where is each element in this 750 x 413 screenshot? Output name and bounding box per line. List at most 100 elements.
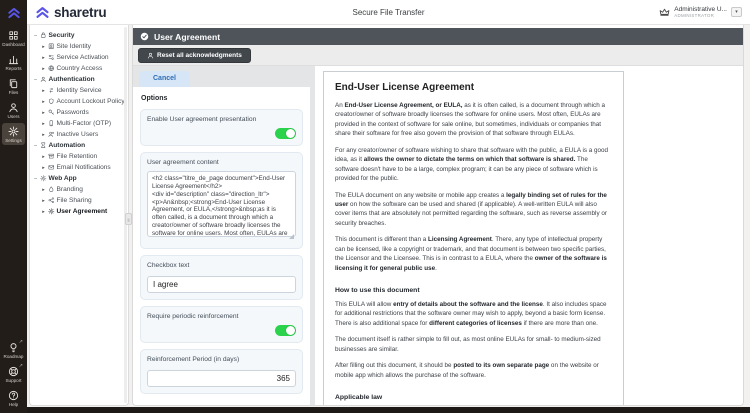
toggle-knob	[286, 129, 295, 138]
textarea-resize-handle[interactable]	[289, 234, 294, 239]
rail-item-label: Reports	[5, 66, 21, 71]
sharetru-logo-mark[interactable]	[0, 0, 27, 25]
reset-acknowledgments-button[interactable]: Reset all acknowledgments	[138, 48, 251, 63]
page-title-bar: User Agreement	[133, 28, 743, 45]
rail-item-help[interactable]: Help	[2, 387, 25, 409]
rail-spacer	[0, 147, 27, 337]
rail-item-files[interactable]: Files	[2, 75, 25, 97]
check-circle-icon	[140, 32, 149, 41]
bulb-icon	[8, 342, 19, 353]
toggles-icon	[48, 54, 55, 61]
tree-item-multi-factor-otp[interactable]: ▸ Multi-Factor (OTP)	[33, 118, 126, 129]
options-form: Options Enable User agreement presentati…	[133, 87, 310, 405]
tree-section-web-app[interactable]: –Web App	[33, 173, 126, 184]
document-paragraph: This EULA will allow entry of details ab…	[335, 300, 612, 328]
tree-item-file-retention[interactable]: ▸File Retention	[33, 151, 126, 162]
document-heading: How to use this document	[335, 287, 612, 294]
expand-caret-icon: ▸	[41, 121, 46, 127]
periodic-reinforcement-label: Require periodic reinforcement	[147, 313, 296, 320]
checkbox-text-input[interactable]	[147, 276, 296, 293]
tree-item-label: Identity Service	[57, 87, 102, 94]
tree-item-user-agreement[interactable]: ▸User Agreement	[33, 206, 126, 217]
collapse-caret-icon: –	[33, 143, 38, 149]
tree-item-label: Account Lockout Policy	[57, 98, 125, 105]
tree-section-automation[interactable]: –Automation	[33, 140, 126, 151]
rail-item-label: Dashboard	[2, 42, 24, 47]
user-menu[interactable]: Administrative U... ADMINISTRATOR ▾	[570, 6, 750, 19]
document-heading: End-User License Agreement	[335, 82, 612, 93]
tree-item-label: Passwords	[57, 109, 89, 116]
expand-caret-icon: ▸	[41, 88, 46, 94]
droplet-icon	[48, 186, 55, 193]
user-menu-caret[interactable]: ▾	[731, 7, 742, 17]
tree-item-label: Country Access	[57, 65, 103, 72]
lifebuoy-icon	[8, 366, 19, 377]
collapse-caret-icon: –	[33, 77, 38, 83]
rail-item-roadmap[interactable]: ↗Roadmap	[2, 339, 25, 361]
hourglass-icon	[40, 142, 47, 149]
lock-icon	[40, 32, 47, 39]
content-area: –Security▸Site Identity▸Service Activati…	[27, 25, 750, 407]
brand[interactable]: sharetru	[27, 5, 207, 20]
cancel-button[interactable]: Cancel	[139, 71, 190, 87]
brand-wordmark: sharetru	[54, 5, 106, 20]
rail-item-support[interactable]: ↗ Support	[2, 363, 25, 385]
expand-caret-icon: ▸	[41, 55, 46, 61]
expand-caret-icon: ▸	[41, 187, 46, 193]
userx-icon	[48, 131, 55, 138]
document-paragraph: An End-User License Agreement, or EULA, …	[335, 101, 612, 139]
document-paragraph: After filling out this document, it shou…	[335, 361, 612, 380]
tree-item-file-sharing[interactable]: ▸File Sharing	[33, 195, 126, 206]
tree-item-label: Branding	[57, 186, 83, 193]
tree-section-label: Security	[49, 32, 75, 39]
tree-item-inactive-users[interactable]: ▸Inactive Users	[33, 129, 126, 140]
tree-section-authentication[interactable]: –Authentication	[33, 74, 126, 85]
main-panel: User Agreement Reset all acknowledgments…	[132, 25, 744, 406]
tree-item-country-access[interactable]: ▸ Country Access	[33, 63, 126, 74]
expand-caret-icon: ▸	[41, 110, 46, 116]
sharetru-chevrons-icon	[7, 6, 21, 20]
options-heading: Options	[141, 95, 303, 102]
tree-item-identity-service[interactable]: ▸ Identity Service	[33, 85, 126, 96]
enable-agreement-card: Enable User agreement presentation	[140, 109, 303, 146]
expand-caret-icon: ▸	[41, 209, 46, 215]
panel-resize-handle[interactable]: ||	[125, 213, 132, 225]
rail-item-reports[interactable]: Reports	[2, 51, 25, 73]
cancel-tab-row: Cancel	[133, 66, 310, 87]
checkbox-text-card: Checkbox text	[140, 255, 303, 300]
agreement-content-textarea[interactable]: <h2 class="titre_de_page document">End-U…	[147, 171, 296, 237]
reinforcement-period-input[interactable]	[147, 370, 296, 387]
shield-icon	[48, 98, 55, 105]
rail-item-settings[interactable]: Settings	[2, 123, 25, 145]
tree-item-label: Multi-Factor (OTP)	[57, 120, 112, 127]
top-header: sharetru Secure File Transfer Administra…	[27, 0, 750, 25]
periodic-reinforcement-card: Require periodic reinforcement	[140, 306, 303, 343]
toggle-knob	[286, 326, 295, 335]
rail-item-label: Support	[5, 378, 21, 383]
tree-item-passwords[interactable]: ▸ Passwords	[33, 107, 126, 118]
rail-item-dashboard[interactable]: Dashboard	[2, 27, 25, 49]
tree-item-site-identity[interactable]: ▸Site Identity	[33, 41, 126, 52]
toolbar: Reset all acknowledgments	[133, 45, 743, 66]
tree-item-label: Inactive Users	[57, 131, 99, 138]
expand-caret-icon: ▸	[41, 66, 46, 72]
key-icon	[48, 109, 55, 116]
rail-item-label: Files	[9, 90, 19, 95]
user-role: ADMINISTRATOR	[674, 13, 727, 18]
tree-item-service-activation[interactable]: ▸Service Activation	[33, 52, 126, 63]
gear-icon	[48, 208, 55, 215]
agreement-content-card: User agreement content <h2 class="titre_…	[140, 152, 303, 249]
external-link-icon: ↗	[19, 364, 23, 369]
enable-agreement-toggle[interactable]	[275, 128, 296, 139]
tree-item-account-lockout-policy[interactable]: ▸Account Lockout Policy	[33, 96, 126, 107]
badge-icon	[48, 43, 55, 50]
app-subtitle: Secure File Transfer	[207, 8, 570, 17]
rail-item-label: Settings	[5, 138, 22, 143]
tree-item-branding[interactable]: ▸ Branding	[33, 184, 126, 195]
tree-item-label: File Sharing	[57, 197, 92, 204]
share-icon	[48, 197, 55, 204]
periodic-reinforcement-toggle[interactable]	[275, 325, 296, 336]
tree-item-email-notifications[interactable]: ▸Email Notifications	[33, 162, 126, 173]
rail-item-users[interactable]: Users	[2, 99, 25, 121]
tree-section-security[interactable]: –Security	[33, 30, 126, 41]
